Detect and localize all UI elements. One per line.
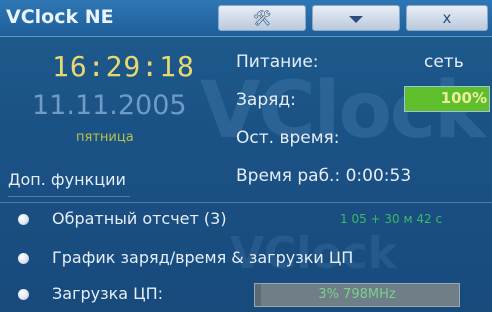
menu-dropdown-button[interactable]	[312, 5, 400, 31]
radio-bullet-icon[interactable]	[18, 214, 29, 225]
extra-functions-link[interactable]: Доп. функции	[8, 170, 130, 197]
close-button[interactable]: x	[406, 5, 488, 31]
wrench-screwdriver-icon: 🛠	[252, 9, 272, 27]
charge-bar: 100%	[404, 86, 490, 112]
work-time: Время раб.: 0:00:53	[236, 166, 412, 186]
vclock-window: VClock NE VClock VClock NE 🛠 x 16:29:18 …	[0, 0, 492, 312]
radio-bullet-icon[interactable]	[18, 289, 29, 300]
cpu-load-value: 3% 798MHz	[318, 287, 396, 302]
title-bar[interactable]: VClock NE 🛠 x	[0, 0, 492, 37]
close-icon: x	[442, 9, 452, 27]
remaining-time-label: Ост. время:	[236, 128, 340, 148]
option-cpu-load[interactable]: Загрузка ЦП: 3% 798MHz	[0, 281, 492, 311]
clock-weekday: пятница	[76, 130, 134, 145]
settings-button[interactable]: 🛠	[218, 5, 306, 31]
option-charge-graph[interactable]: График заряд/время & загрузки ЦП	[0, 245, 492, 275]
charge-label: Заряд:	[236, 90, 296, 110]
charge-value: 100%	[440, 89, 487, 107]
triangle-down-icon	[349, 16, 363, 23]
radio-bullet-icon[interactable]	[18, 253, 29, 264]
cpu-load-bar: 3% 798MHz	[254, 283, 460, 307]
option-countdown[interactable]: Обратный отсчет (3) 1 05 + 30 м 42 с	[0, 206, 492, 236]
option-label: Загрузка ЦП:	[52, 284, 163, 303]
window-title: VClock NE	[6, 6, 114, 28]
divider	[0, 202, 492, 203]
option-label: График заряд/время & загрузки ЦП	[52, 248, 354, 267]
power-value: сеть	[424, 52, 464, 72]
option-label: Обратный отсчет (3)	[52, 209, 227, 228]
power-label: Питание:	[236, 52, 319, 72]
countdown-value: 1 05 + 30 м 42 с	[340, 212, 443, 226]
clock-time: 16:29:18	[52, 50, 195, 83]
clock-date: 11.11.2005	[32, 90, 187, 121]
